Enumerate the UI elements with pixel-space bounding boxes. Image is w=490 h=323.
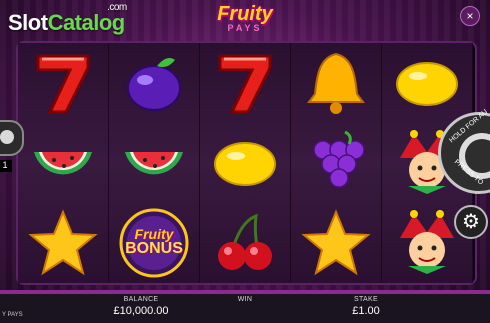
bottom-bar: BALANCE £10,000.00 WIN STAKE £1.00 [0, 290, 490, 323]
reel-3 [200, 43, 291, 283]
bonus-label-line2: BONUS [125, 240, 183, 257]
bonus-label: Fruity BONUS [109, 227, 199, 257]
coin-selector[interactable] [0, 120, 24, 156]
site-logo: SlotCatalog .com [8, 2, 127, 36]
stake-display[interactable]: STAKE £1.00 [306, 296, 426, 317]
close-button[interactable]: × [460, 6, 480, 26]
bonus-label-line1: Fruity [134, 226, 174, 242]
game-stage: SlotCatalog .com Fruity PAYS × Fruity BON… [0, 0, 490, 323]
reel-2: Fruity BONUS [109, 43, 200, 283]
stake-value: £1.00 [352, 305, 380, 317]
balance-display: BALANCE £10,000.00 [81, 296, 201, 317]
win-display: WIN [185, 296, 305, 305]
symbol-lemon-icon [382, 43, 472, 123]
symbol-star-icon [18, 203, 108, 283]
game-logo: Fruity PAYS [196, 4, 294, 40]
logo-part-catalog: Catalog [47, 10, 126, 35]
symbol-watermelon-icon [109, 123, 199, 203]
balance-label: BALANCE [123, 296, 159, 303]
symbol-seven-icon [18, 43, 108, 123]
stake-label: STAKE [354, 296, 378, 303]
symbol-seven-icon [200, 43, 290, 123]
win-label: WIN [237, 296, 253, 303]
symbol-fruity-bonus-icon: Fruity BONUS [109, 203, 199, 283]
game-title-main: Fruity [217, 3, 273, 25]
symbol-watermelon-icon [18, 123, 108, 203]
game-title-sub: PAYS [227, 23, 263, 33]
footer-game-name: Y PAYS [2, 312, 23, 318]
coin-value: 1 [0, 160, 12, 172]
symbol-grapes-icon [291, 123, 381, 203]
logo-part-slot: Slot [8, 10, 48, 35]
symbol-lemon-icon [200, 123, 290, 203]
reel-grid: Fruity BONUS [16, 41, 477, 285]
coin-stack-icon [0, 130, 14, 144]
symbol-star-icon [291, 203, 381, 283]
symbol-bell-icon [291, 43, 381, 123]
symbol-cherry-icon [200, 203, 290, 283]
logo-suffix: .com [107, 2, 127, 13]
balance-value: £10,000.00 [113, 305, 169, 317]
reel-4 [291, 43, 382, 283]
symbol-plum-icon [109, 43, 199, 123]
settings-gear-icon[interactable]: ⚙ [454, 205, 488, 239]
reel-1 [18, 43, 109, 283]
